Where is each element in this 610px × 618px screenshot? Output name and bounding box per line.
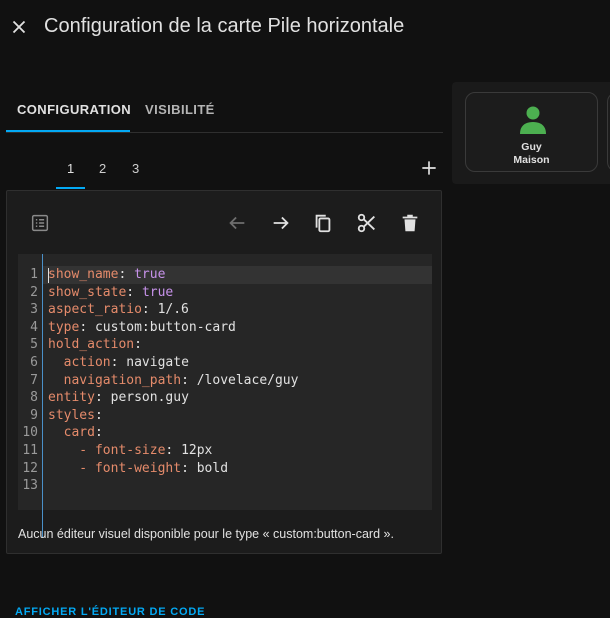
code-line: hold_action: [48,337,142,352]
yaml-value: true [134,267,166,282]
duplicate-button[interactable] [312,212,334,234]
yaml-separator: : [134,337,142,353]
code-line: card: [48,425,103,440]
delete-button[interactable] [399,212,421,234]
editor-gutter-border [42,254,43,538]
yaml-key: aspect_ratio [48,302,142,318]
yaml-separator: : [126,284,142,300]
yaml-separator: : [181,372,197,388]
subtab-active-indicator [56,187,85,189]
preview-card-name-line1: Guy [521,141,542,153]
yaml-separator: : [141,302,158,318]
move-left-button[interactable] [226,212,248,234]
line-number: 11 [22,443,38,458]
yaml-separator: : [94,390,111,406]
code-line: type: custom:button-card [48,320,236,335]
code-line: show_state: true [48,285,173,300]
no-visual-editor-note: Aucun éditeur visuel disponible pour le … [18,527,394,541]
line-number: 4 [30,319,38,335]
yaml-key: show_state [48,284,127,300]
subtab-3[interactable]: 3 [132,161,139,176]
line-number: 2 [30,284,38,300]
yaml-value: bold [196,460,229,476]
yaml-key: action [63,355,111,370]
close-icon [12,20,26,34]
code-line: - font-size: 12px [48,443,212,458]
line-number: 9 [30,407,38,423]
move-right-button[interactable] [270,212,292,234]
yaml-value: 12px [181,443,213,458]
show-code-editor-button[interactable]: AFFICHER L'ÉDITEUR DE CODE [15,606,205,618]
subtab-2[interactable]: 2 [99,161,106,176]
yaml-value: true [141,284,174,300]
dialog-title: Configuration de la carte Pile horizonta… [44,15,405,37]
yaml-key: card [63,425,95,441]
close-button[interactable] [8,16,30,38]
line-number: 7 [30,372,38,388]
yaml-key: type [48,319,80,335]
yaml-key: font-size [94,443,166,458]
cut-button[interactable] [356,212,378,234]
line-number: 5 [30,337,38,353]
line-number: 10 [22,425,38,441]
yaml-value: 1/.6 [157,302,189,318]
yaml-value: person.guy [110,390,189,406]
line-number: 13 [22,478,38,494]
yaml-value: /lovelace/guy [196,372,299,388]
line-number: 6 [30,355,38,370]
toggle-visual-editor-button[interactable] [29,212,51,234]
code-line: - font-weight: bold [48,461,228,476]
scissors-icon [357,213,375,233]
yaml-key: font-weight [94,460,182,476]
yaml-key: navigation_path [63,372,182,388]
code-line: aspect_ratio: 1/.6 [48,302,189,317]
code-indent: - [48,460,95,476]
add-card-button[interactable] [419,158,439,178]
yaml-key: styles [48,407,95,423]
code-line: styles: [48,408,103,423]
tab-configuration[interactable]: CONFIGURATION [17,102,131,117]
yaml-separator: : [110,355,127,370]
yaml-separator: : [94,425,103,441]
yaml-value: custom:button-card [94,319,236,335]
line-number: 12 [22,460,38,476]
preview-card-name: Guy Maison [465,141,598,167]
subtab-1[interactable]: 1 [67,161,74,176]
copy-icon [315,214,331,233]
person-icon [517,104,549,136]
code-line: action: navigate [48,355,189,370]
yaml-separator: : [181,460,197,476]
line-number: 1 [30,267,38,282]
arrow-left-icon [229,216,245,230]
yaml-key: show_name [48,267,119,282]
preview-card-name-line2: Maison [513,154,550,166]
plus-icon [422,161,436,175]
yaml-separator: : [94,407,103,423]
yaml-key: entity [48,390,95,406]
code-line: navigation_path: /lovelace/guy [48,372,299,388]
code-line: entity: person.guy [48,390,189,405]
yaml-value: navigate [126,355,189,370]
yaml-separator: : [165,443,182,458]
delete-icon [402,214,418,232]
code-line: show_name: true [48,267,165,282]
line-number: 8 [30,390,38,406]
list-icon [31,214,49,232]
tabs-divider [6,132,443,133]
yaml-separator: : [79,319,95,335]
line-number: 3 [30,302,38,318]
code-indent: - [48,443,95,458]
yaml-separator: : [118,267,135,282]
tab-visibility[interactable]: VISIBILITÉ [145,102,215,117]
yaml-key: hold_action [48,337,135,353]
arrow-right-icon [273,216,289,230]
